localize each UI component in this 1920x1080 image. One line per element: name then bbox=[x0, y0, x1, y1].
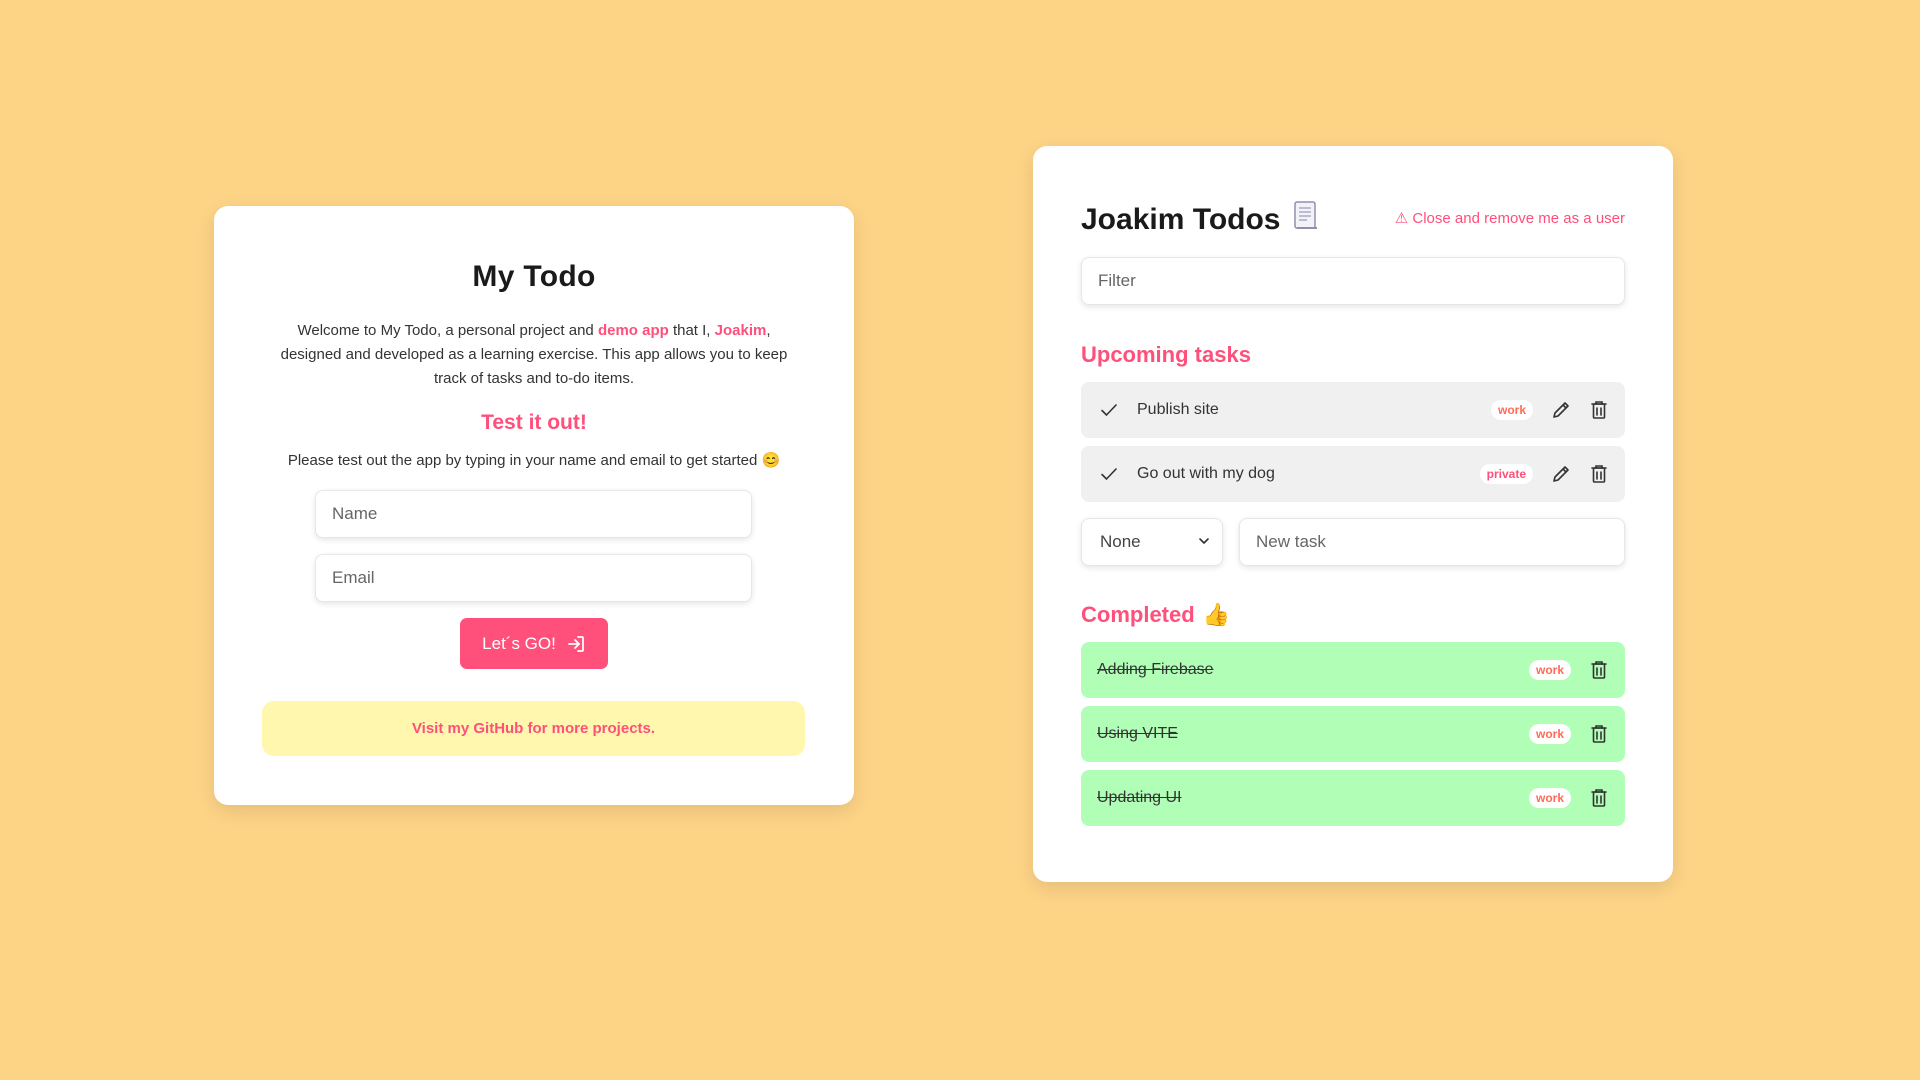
task-tag: private bbox=[1479, 464, 1533, 484]
task-tag: work bbox=[1528, 724, 1571, 744]
completed-task-row: Adding Firebase work bbox=[1081, 642, 1625, 698]
login-arrow-icon bbox=[566, 634, 586, 654]
trash-icon[interactable] bbox=[1587, 722, 1611, 746]
edit-icon[interactable] bbox=[1549, 398, 1573, 422]
check-icon[interactable] bbox=[1099, 400, 1119, 420]
upcoming-heading-label: Upcoming tasks bbox=[1081, 342, 1251, 367]
task-text: Adding Firebase bbox=[1097, 661, 1214, 678]
completed-task-row: Using VITE work bbox=[1081, 706, 1625, 762]
lets-go-button[interactable]: Let´s GO! bbox=[460, 618, 608, 669]
completed-task-row: Updating UI work bbox=[1081, 770, 1625, 826]
task-tag: work bbox=[1528, 788, 1571, 808]
trash-icon[interactable] bbox=[1587, 786, 1611, 810]
task-tag: work bbox=[1528, 660, 1571, 680]
check-icon[interactable] bbox=[1099, 464, 1119, 484]
edit-icon[interactable] bbox=[1549, 462, 1573, 486]
joakim-link[interactable]: Joakim bbox=[715, 322, 767, 339]
completed-heading: Completed 👍 bbox=[1081, 602, 1230, 628]
task-text: Updating UI bbox=[1097, 789, 1182, 806]
intro-text-part: Welcome to My Todo, a personal project a… bbox=[297, 322, 598, 339]
thumbs-up-icon: 👍 bbox=[1202, 602, 1231, 627]
task-text: Using VITE bbox=[1097, 725, 1178, 742]
todo-card: Joakim Todos ⚠ Close and remove me as a … bbox=[1033, 146, 1673, 882]
category-select-value: None bbox=[1100, 532, 1141, 551]
category-select[interactable]: None bbox=[1081, 518, 1223, 566]
github-banner: Visit my GitHub for more projects. bbox=[262, 701, 805, 756]
todo-header: Joakim Todos bbox=[1081, 200, 1320, 240]
intro-text: Welcome to My Todo, a personal project a… bbox=[266, 319, 802, 391]
test-instructions: Please test out the app by typing in you… bbox=[287, 452, 781, 469]
task-tag: work bbox=[1490, 400, 1533, 420]
upcoming-task-row: Publish site work bbox=[1081, 382, 1625, 438]
trash-icon[interactable] bbox=[1587, 398, 1611, 422]
trash-icon[interactable] bbox=[1587, 658, 1611, 682]
completed-heading-label: Completed bbox=[1081, 602, 1195, 627]
task-text: Publish site bbox=[1137, 401, 1219, 418]
remove-user-link[interactable]: ⚠ Close and remove me as a user bbox=[1395, 209, 1625, 227]
chevron-down-icon bbox=[1198, 532, 1210, 552]
upcoming-task-row: Go out with my dog private bbox=[1081, 446, 1625, 502]
new-task-input[interactable] bbox=[1239, 518, 1625, 566]
document-icon bbox=[1292, 200, 1320, 240]
filter-input[interactable] bbox=[1081, 257, 1625, 305]
app-title: My Todo bbox=[472, 260, 596, 293]
todo-title: Joakim Todos bbox=[1081, 203, 1281, 236]
login-card: My Todo Welcome to My Todo, a personal p… bbox=[214, 206, 854, 805]
demo-app-link[interactable]: demo app bbox=[598, 322, 669, 339]
trash-icon[interactable] bbox=[1587, 462, 1611, 486]
intro-text-part: that I, bbox=[668, 322, 715, 339]
name-input[interactable] bbox=[315, 490, 752, 538]
lets-go-label: Let´s GO! bbox=[482, 633, 556, 653]
email-input[interactable] bbox=[315, 554, 752, 602]
upcoming-heading: Upcoming tasks bbox=[1081, 342, 1251, 368]
task-text: Go out with my dog bbox=[1137, 465, 1275, 482]
test-heading: Test it out! bbox=[481, 411, 587, 434]
github-link[interactable]: Visit my GitHub for more projects. bbox=[412, 720, 655, 737]
